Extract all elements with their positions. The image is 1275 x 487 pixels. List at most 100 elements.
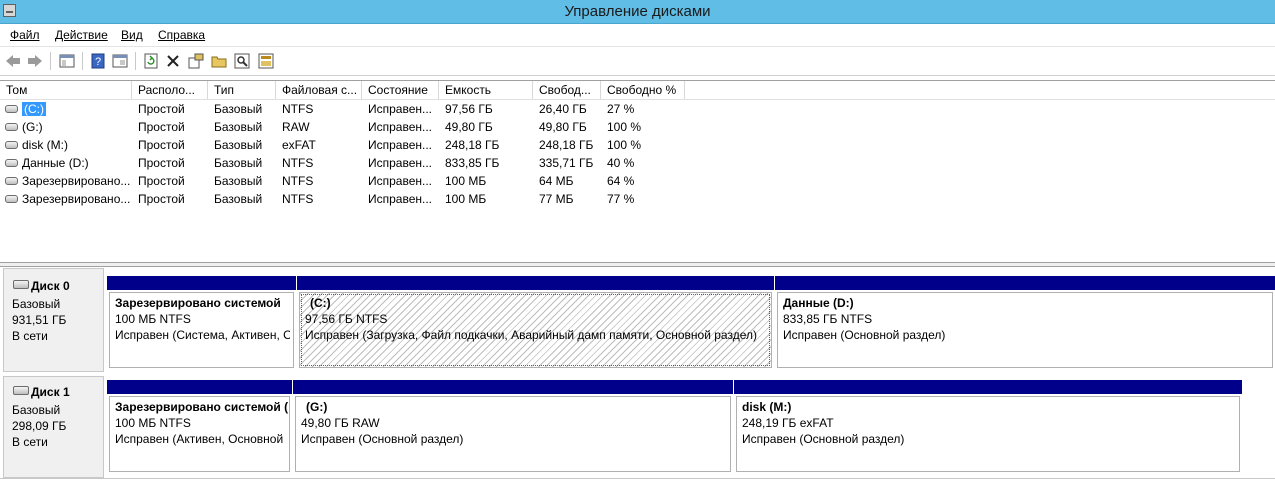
column-header-status[interactable]: Состояние (362, 81, 439, 99)
help-icon[interactable]: ? (89, 52, 107, 70)
cell-free-space: 49,80 ГБ (539, 120, 587, 134)
cell-percent-free: 100 % (607, 138, 642, 152)
partition-size-fs: 100 МБ NTFS (115, 312, 191, 326)
cell-free-space: 26,40 ГБ (539, 102, 587, 116)
cell-free-space: 335,71 ГБ (539, 156, 594, 170)
toolbar: ? (0, 47, 1275, 76)
table-row[interactable]: Данные (D:) Простой Базовый NTFS Исправе… (0, 154, 1275, 172)
disk-icon (13, 280, 29, 289)
cell-layout: Простой (138, 120, 185, 134)
partition-status: Исправен (Основной раздел) (783, 328, 946, 342)
forward-icon[interactable] (26, 52, 44, 70)
cell-volume: (G:) (22, 120, 43, 134)
partition-disk0-c[interactable]: (C:) 97,56 ГБ NTFS Исправен (Загрузка, Ф… (297, 276, 774, 368)
properties-icon[interactable] (111, 52, 129, 70)
cell-filesystem: RAW (282, 120, 310, 134)
disk-1-status: В сети (12, 435, 48, 449)
table-row[interactable]: (C:) Простой Базовый NTFS Исправен... 97… (0, 100, 1275, 118)
partition-status: Исправен (Загрузка, Файл подкачки, Авари… (305, 328, 757, 342)
partition-body-selected: (C:) 97,56 ГБ NTFS Исправен (Загрузка, Ф… (299, 292, 772, 368)
cell-volume: Зарезервировано... (22, 174, 131, 188)
column-header-filesystem[interactable]: Файловая с... (276, 81, 362, 99)
partition-disk0-reserved[interactable]: Зарезервировано системой 100 МБ NTFS Исп… (107, 276, 296, 368)
column-header-volume[interactable]: Том (0, 81, 132, 99)
column-header-layout[interactable]: Располо... (132, 81, 208, 99)
table-row[interactable]: Зарезервировано... Простой Базовый NTFS … (0, 190, 1275, 208)
open-icon[interactable] (210, 52, 228, 70)
cell-capacity: 49,80 ГБ (445, 120, 493, 134)
console-tree-icon[interactable] (58, 52, 76, 70)
cell-status: Исправен... (368, 102, 433, 116)
partition-status: Исправен (Основной раздел) (301, 432, 464, 446)
partition-name: Зарезервировано системой ( (115, 400, 289, 414)
partition-bar (293, 380, 733, 394)
settings-icon[interactable] (187, 52, 205, 70)
partition-status: Исправен (Система, Активен, О (115, 328, 290, 342)
partition-body: Данные (D:) 833,85 ГБ NTFS Исправен (Осн… (777, 292, 1273, 368)
cell-layout: Простой (138, 174, 185, 188)
partition-body: disk (M:) 248,19 ГБ exFAT Исправен (Осно… (736, 396, 1240, 472)
cell-volume: disk (M:) (22, 138, 68, 152)
menu-help-label: Справка (158, 28, 206, 42)
refresh-icon[interactable] (142, 52, 160, 70)
cell-type: Базовый (214, 102, 263, 116)
cell-type: Базовый (214, 138, 263, 152)
cell-free-space: 64 МБ (539, 174, 574, 188)
partition-name: (C:) (310, 296, 331, 310)
cell-capacity: 833,85 ГБ (445, 156, 500, 170)
partition-disk0-d[interactable]: Данные (D:) 833,85 ГБ NTFS Исправен (Осн… (775, 276, 1275, 368)
export-icon[interactable] (257, 52, 275, 70)
disk-0-type: Базовый (12, 297, 61, 311)
cell-status: Исправен... (368, 156, 433, 170)
cell-filesystem: NTFS (282, 102, 314, 116)
column-header-free-space[interactable]: Свобод... (533, 81, 601, 99)
partition-bar (107, 380, 292, 394)
menu-action[interactable]: Действие (55, 28, 108, 42)
delete-icon[interactable] (164, 52, 182, 70)
table-row[interactable]: Зарезервировано... Простой Базовый NTFS … (0, 172, 1275, 190)
cell-volume: (C:) (0, 100, 132, 118)
cell-status: Исправен... (368, 192, 433, 206)
cell-layout: Простой (138, 156, 185, 170)
menu-bar: Файл Действие Вид Справка (0, 24, 1275, 47)
toolbar-separator (135, 52, 136, 70)
menu-file[interactable]: Файл (10, 28, 40, 42)
disk-0-name: Диск 0 (13, 279, 70, 293)
column-header-capacity[interactable]: Емкость (439, 81, 533, 99)
partition-disk1-g[interactable]: (G:) 49,80 ГБ RAW Исправен (Основной раз… (293, 380, 733, 472)
title-bar: Управление дисками (0, 0, 1275, 24)
table-row[interactable]: (G:) Простой Базовый RAW Исправен... 49,… (0, 118, 1275, 136)
partition-status: Исправен (Активен, Основной (115, 432, 284, 446)
cell-filesystem: exFAT (282, 138, 316, 152)
menu-help[interactable]: Справка (158, 28, 205, 42)
back-icon[interactable] (4, 52, 22, 70)
disk-1-info[interactable]: Диск 1 Базовый 298,09 ГБ В сети (3, 376, 104, 478)
disk-0-info[interactable]: Диск 0 Базовый 931,51 ГБ В сети (3, 268, 104, 372)
column-header-percent-free[interactable]: Свободно % (601, 81, 685, 99)
cell-filesystem: NTFS (282, 174, 314, 188)
search-icon[interactable] (233, 52, 251, 70)
cell-percent-free: 27 % (607, 102, 635, 116)
volume-list: Том Располо... Тип Файловая с... Состоян… (0, 80, 1275, 263)
table-row[interactable]: disk (M:) Простой Базовый exFAT Исправен… (0, 136, 1275, 154)
cell-filesystem: NTFS (282, 192, 314, 206)
partition-size-fs: 833,85 ГБ NTFS (783, 312, 873, 326)
cell-percent-free: 40 % (607, 156, 635, 170)
partition-disk1-m[interactable]: disk (M:) 248,19 ГБ exFAT Исправен (Осно… (734, 380, 1242, 472)
window-title: Управление дисками (564, 3, 711, 20)
cell-type: Базовый (214, 120, 263, 134)
partition-body: (G:) 49,80 ГБ RAW Исправен (Основной раз… (295, 396, 731, 472)
cell-capacity: 248,18 ГБ (445, 138, 500, 152)
disk-0-status: В сети (12, 329, 48, 343)
menu-view[interactable]: Вид (121, 28, 143, 42)
partition-body: Зарезервировано системой 100 МБ NTFS Исп… (109, 292, 294, 368)
disk-row-0: Диск 0 Базовый 931,51 ГБ В сети Зарезерв… (0, 267, 1275, 373)
cell-percent-free: 64 % (607, 174, 635, 188)
column-header-type[interactable]: Тип (208, 81, 276, 99)
cell-volume: Зарезервировано... (22, 192, 131, 206)
disk-1-type: Базовый (12, 403, 61, 417)
partition-bar (297, 276, 774, 290)
cell-status: Исправен... (368, 120, 433, 134)
cell-percent-free: 100 % (607, 120, 642, 134)
partition-disk1-reserved[interactable]: Зарезервировано системой ( 100 МБ NTFS И… (107, 380, 292, 472)
